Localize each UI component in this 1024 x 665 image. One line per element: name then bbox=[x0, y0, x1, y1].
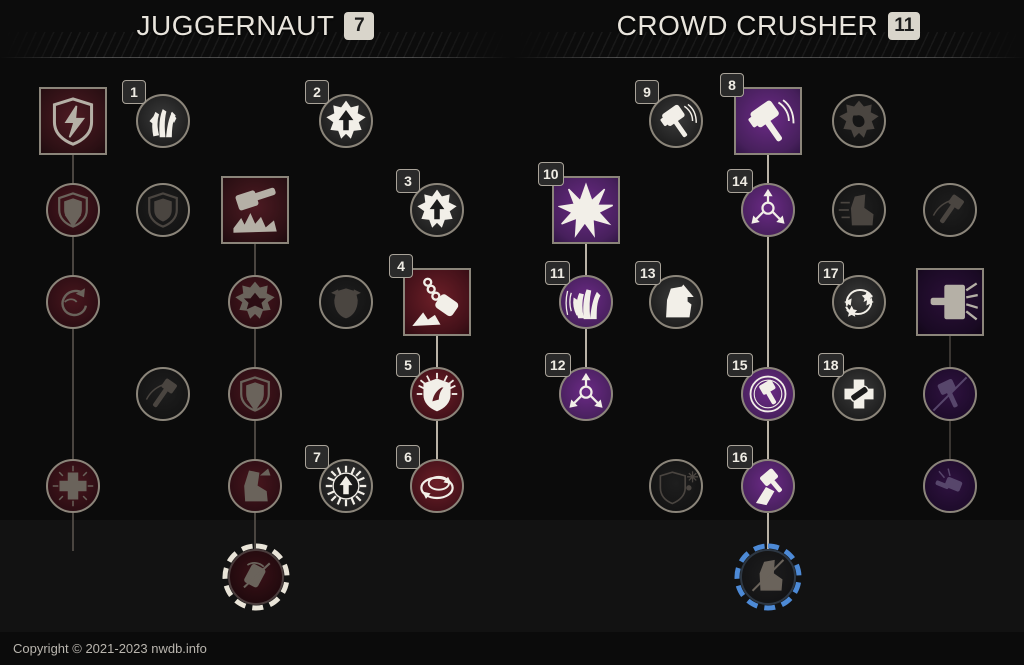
node-frame bbox=[319, 275, 373, 329]
rank-badge: 17 bbox=[818, 261, 844, 285]
skill-node-boot-kick[interactable] bbox=[228, 459, 282, 513]
skill-node-boot-arrow-up-rank-13[interactable]: 13 bbox=[635, 261, 703, 329]
skill-node-hammer-slash[interactable] bbox=[923, 367, 977, 421]
rank-badge: 2 bbox=[305, 80, 329, 104]
skill-node-gear-burst[interactable] bbox=[228, 275, 282, 329]
node-frame bbox=[46, 275, 100, 329]
tree-header-juggernaut: JUGGERNAUT 7 bbox=[0, 0, 511, 58]
skill-node-star-cycle-rank-17[interactable]: 17 bbox=[818, 261, 886, 329]
skill-node-hammer-pillar[interactable] bbox=[916, 268, 984, 336]
skill-node-star-arrow-up-rank-3[interactable]: 3 bbox=[396, 169, 464, 237]
tree-name-label: JUGGERNAUT bbox=[136, 10, 335, 41]
rank-badge: 12 bbox=[545, 353, 571, 377]
node-frame bbox=[136, 183, 190, 237]
skill-node-red-cross[interactable] bbox=[46, 459, 100, 513]
copyright-label: Copyright © 2021-2023 nwdb.info bbox=[13, 641, 207, 656]
node-frame bbox=[46, 183, 100, 237]
rank-badge: 7 bbox=[305, 445, 329, 469]
rank-badge: 8 bbox=[720, 73, 744, 97]
skill-node-spread-arrows-rank-12[interactable]: 12 bbox=[545, 353, 613, 421]
rank-badge: 5 bbox=[396, 353, 420, 377]
skill-node-hammer-throw[interactable] bbox=[136, 367, 190, 421]
skill-node-open-hand-rank-11[interactable]: 11 bbox=[545, 261, 613, 329]
rank-badge: 14 bbox=[727, 169, 753, 193]
rank-badge: 13 bbox=[635, 261, 661, 285]
skill-node-shield-down[interactable] bbox=[46, 183, 100, 237]
hammer-slam-icon bbox=[228, 549, 284, 605]
node-frame bbox=[228, 275, 282, 329]
skill-node-boot-speed[interactable] bbox=[832, 183, 886, 237]
ultimate-band bbox=[0, 520, 1024, 632]
rank-badge: 6 bbox=[396, 445, 420, 469]
rank-badge: 16 bbox=[727, 445, 753, 469]
tree-body-crowd-crusher: 9 8 10 14 11 13 17 12 15 18 16 bbox=[513, 58, 1024, 551]
node-frame bbox=[832, 94, 886, 148]
rank-badge: 11 bbox=[545, 261, 570, 285]
tree-name-label: CROWD CRUSHER bbox=[616, 10, 879, 41]
skill-node-hammer-ring-rank-15[interactable]: 15 bbox=[727, 353, 795, 421]
skill-node-gear-fist[interactable] bbox=[832, 94, 886, 148]
rank-badge: 10 bbox=[538, 162, 564, 186]
rank-badge: 18 bbox=[818, 353, 844, 377]
node-frame bbox=[916, 268, 984, 336]
node-frame bbox=[136, 367, 190, 421]
skill-node-shockwave-burst-rank-10[interactable]: 10 bbox=[538, 162, 620, 244]
node-frame bbox=[39, 87, 107, 155]
rank-badge: 9 bbox=[635, 80, 659, 104]
node-frame bbox=[923, 367, 977, 421]
boot-slash-icon bbox=[740, 549, 796, 605]
tree-point-count-badge: 7 bbox=[344, 12, 375, 40]
tree-title-crowd-crusher: CROWD CRUSHER 11 bbox=[513, 0, 1024, 52]
node-frame bbox=[649, 459, 703, 513]
skill-node-hammer-swing-rank-8[interactable]: 8 bbox=[720, 73, 802, 155]
skill-tree-page: JUGGERNAUT 7 CROWD CRUSHER 11 1234576 98… bbox=[0, 0, 1024, 665]
skill-node-shield-frost[interactable] bbox=[649, 459, 703, 513]
rank-badge: 4 bbox=[389, 254, 413, 278]
skill-node-hammer-strike[interactable] bbox=[923, 459, 977, 513]
node-frame bbox=[832, 183, 886, 237]
skill-node-burst-arrow-up-rank-7[interactable]: 7 bbox=[305, 445, 373, 513]
skill-node-hammer-throw[interactable] bbox=[923, 183, 977, 237]
skill-node-hammer-ground[interactable] bbox=[221, 176, 289, 244]
ultimate-juggernaut[interactable] bbox=[222, 543, 290, 611]
node-frame bbox=[228, 459, 282, 513]
skill-node-shield-bash[interactable] bbox=[39, 87, 107, 155]
rank-badge: 15 bbox=[727, 353, 753, 377]
skill-node-cross-bandage-rank-18[interactable]: 18 bbox=[818, 353, 886, 421]
node-frame bbox=[923, 183, 977, 237]
skill-node-swirl-arrow[interactable] bbox=[46, 275, 100, 329]
node-frame bbox=[734, 87, 802, 155]
node-frame bbox=[403, 268, 471, 336]
skill-node-shield-burst-rank-5[interactable]: 5 bbox=[396, 353, 464, 421]
tree-body-juggernaut: 1 2 3 4 5 7 6 bbox=[0, 58, 511, 551]
rank-badge: 1 bbox=[122, 80, 146, 104]
footer: Copyright © 2021-2023 nwdb.info bbox=[0, 632, 1024, 665]
skill-connector bbox=[767, 121, 769, 486]
skill-node-spread-arrows-rank-14[interactable]: 14 bbox=[727, 169, 795, 237]
tree-point-count-badge: 11 bbox=[888, 12, 921, 40]
skill-node-chest-armor[interactable] bbox=[319, 275, 373, 329]
tree-title-juggernaut: JUGGERNAUT 7 bbox=[0, 0, 511, 52]
tree-header-crowd-crusher: CROWD CRUSHER 11 bbox=[513, 0, 1024, 58]
skill-node-hand-grip-rank-1[interactable]: 1 bbox=[122, 80, 190, 148]
skill-node-hammer-uppercut-rank-16[interactable]: 16 bbox=[727, 445, 795, 513]
skill-node-chain-flail-rank-4[interactable]: 4 bbox=[389, 254, 471, 336]
skill-node-shield-down[interactable] bbox=[228, 367, 282, 421]
skill-node-shield-dark[interactable] bbox=[136, 183, 190, 237]
node-frame bbox=[552, 176, 620, 244]
skill-node-orbit-ring-rank-6[interactable]: 6 bbox=[396, 445, 464, 513]
rank-badge: 3 bbox=[396, 169, 420, 193]
node-frame bbox=[221, 176, 289, 244]
skill-node-hammer-swing-rank-9[interactable]: 9 bbox=[635, 80, 703, 148]
skill-node-star-arrow-up-rank-2[interactable]: 2 bbox=[305, 80, 373, 148]
ultimate-crowd-crusher[interactable] bbox=[734, 543, 802, 611]
node-frame bbox=[923, 459, 977, 513]
skill-connector bbox=[254, 210, 256, 486]
node-frame bbox=[46, 459, 100, 513]
node-frame bbox=[228, 367, 282, 421]
